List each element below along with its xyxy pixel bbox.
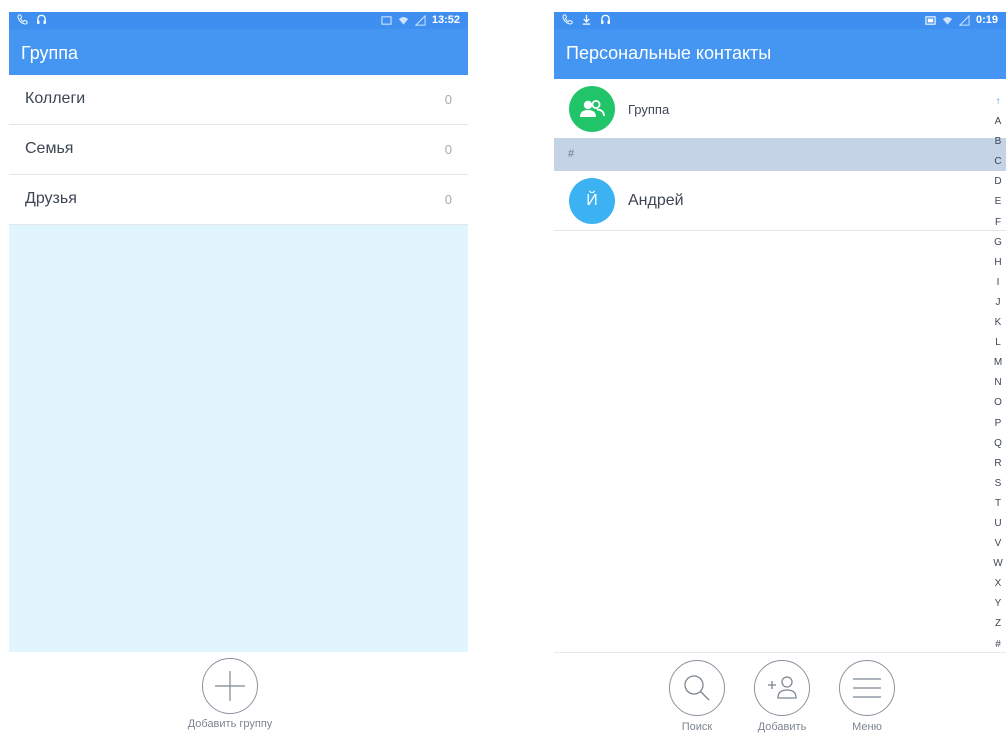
add-contact-button[interactable] — [754, 660, 810, 716]
add-user-icon — [768, 676, 797, 699]
index-letter-g[interactable]: G — [994, 233, 1002, 253]
avatar-initial: Й — [586, 192, 598, 209]
index-letter-d[interactable]: D — [994, 172, 1001, 192]
page-title: Группа — [21, 43, 79, 63]
headset-icon — [37, 14, 46, 25]
group-name: Коллеги — [25, 90, 86, 107]
wifi-icon — [398, 16, 408, 25]
index-letter-j[interactable]: J — [996, 293, 1001, 313]
index-letter-n[interactable]: N — [994, 373, 1001, 393]
index-letter-r[interactable]: R — [994, 454, 1001, 474]
section-header-label: # — [568, 148, 575, 160]
group-item-colleagues[interactable]: Коллеги 0 — [9, 75, 468, 125]
contact-item-andrey[interactable]: Й Андрей — [554, 171, 1006, 231]
index-letter-t[interactable]: T — [995, 494, 1001, 514]
app-bar: Персональные контакты — [554, 29, 1006, 79]
page-title: Персональные контакты — [566, 43, 772, 63]
index-letter-q[interactable]: Q — [994, 434, 1002, 454]
index-letter-v[interactable]: V — [995, 534, 1002, 554]
index-letter-h[interactable]: H — [994, 253, 1001, 273]
group-entry-label: Группа — [628, 102, 670, 117]
group-count: 0 — [444, 92, 452, 107]
app-bar: Группа — [9, 29, 468, 79]
index-letter-k[interactable]: K — [995, 313, 1002, 333]
index-letter-u[interactable]: U — [994, 514, 1001, 534]
group-name: Семья — [25, 140, 74, 157]
screenshot-icon — [925, 15, 936, 25]
plus-icon — [215, 671, 245, 701]
index-letter-i[interactable]: I — [997, 273, 1000, 293]
index-letter-a[interactable]: A — [995, 112, 1002, 132]
status-bar: 13:52 — [9, 12, 468, 29]
phone-call-icon — [17, 14, 28, 25]
group-count: 0 — [444, 192, 452, 207]
people-icon — [580, 100, 605, 117]
group-count: 0 — [444, 142, 452, 157]
index-letter-y[interactable]: Y — [995, 594, 1002, 614]
search-label: Поиск — [681, 721, 713, 733]
headset-icon — [601, 14, 610, 25]
download-icon — [582, 14, 591, 25]
status-right-icons: 13:52 — [381, 14, 460, 26]
contact-name: Андрей — [628, 192, 684, 209]
add-contact-label: Добавить — [757, 721, 807, 733]
group-entry[interactable]: Группа — [554, 80, 1006, 138]
index-letter-w[interactable]: W — [993, 554, 1002, 574]
groups-screen: 13:52 Группа Коллеги 0 Семья 0 Друзья 0 … — [9, 12, 468, 733]
menu-button[interactable] — [839, 660, 895, 716]
menu-label: Меню — [852, 721, 882, 733]
screenshot-icon — [381, 15, 392, 25]
empty-list-area — [9, 225, 468, 652]
group-name: Друзья — [25, 190, 77, 207]
phone-call-icon — [562, 14, 573, 25]
index-scroll-top[interactable]: ↑ — [996, 92, 1001, 112]
bottom-action-bar: Добавить группу — [9, 652, 468, 733]
alphabet-index[interactable]: ↑ A B C D E F G H I J K L M N O P Q R S … — [990, 92, 1006, 655]
status-time: 0:19 — [975, 14, 998, 26]
group-avatar — [569, 86, 615, 132]
section-header: # — [554, 138, 1006, 171]
index-letter-p[interactable]: P — [995, 414, 1002, 434]
contacts-screen: 0:19 Персональные контакты Группа # Й Ан… — [554, 12, 1006, 733]
index-letter-s[interactable]: S — [995, 474, 1002, 494]
index-letter-b[interactable]: B — [995, 132, 1002, 152]
index-letter-l[interactable]: L — [995, 333, 1001, 353]
index-letter-f[interactable]: F — [995, 213, 1001, 233]
search-icon — [684, 675, 710, 701]
wifi-icon — [942, 16, 953, 25]
menu-icon — [853, 678, 881, 698]
group-item-family[interactable]: Семья 0 — [9, 125, 468, 175]
add-group-label: Добавить группу — [187, 718, 273, 730]
group-list: Коллеги 0 Семья 0 Друзья 0 — [9, 75, 468, 225]
index-letter-x[interactable]: X — [995, 574, 1002, 594]
status-left-icons — [17, 14, 47, 25]
status-left-icons — [562, 14, 611, 25]
add-group-button[interactable] — [202, 658, 258, 714]
index-letter-z[interactable]: Z — [995, 614, 1001, 634]
index-letter-m[interactable]: M — [994, 353, 1002, 373]
signal-icon — [414, 14, 426, 26]
group-item-friends[interactable]: Друзья 0 — [9, 175, 468, 225]
bottom-action-bar: Поиск Добавить Меню — [554, 652, 1006, 733]
status-right-icons: 0:19 — [925, 14, 998, 26]
signal-icon — [958, 14, 970, 26]
index-letter-e[interactable]: E — [995, 192, 1002, 212]
status-bar: 0:19 — [554, 12, 1006, 29]
status-time: 13:52 — [431, 14, 460, 26]
avatar: Й — [569, 178, 615, 224]
index-letter-c[interactable]: C — [994, 152, 1001, 172]
index-letter-o[interactable]: O — [994, 393, 1002, 413]
search-button[interactable] — [669, 660, 725, 716]
